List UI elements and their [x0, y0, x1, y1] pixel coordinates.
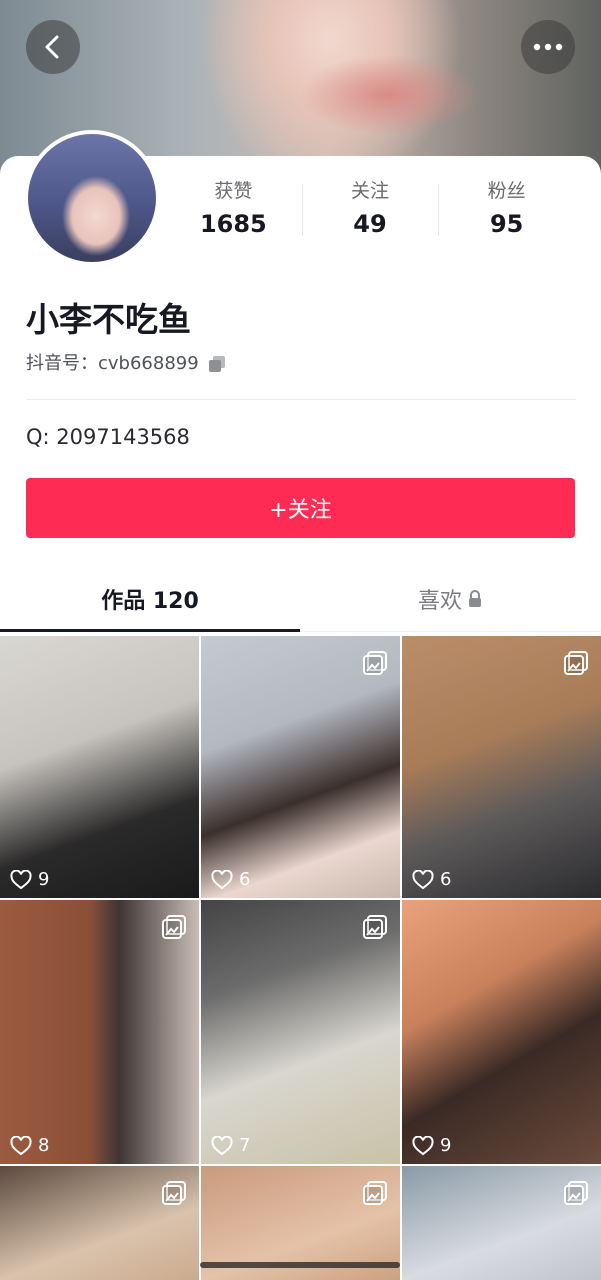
gallery-icon: [564, 651, 588, 675]
gallery-icon: [162, 915, 186, 939]
tab-likes[interactable]: 喜欢: [300, 566, 600, 631]
post-likes: 6: [412, 869, 451, 890]
divider: [26, 399, 576, 400]
posts-grid: 9 6 6 8 7 9: [0, 636, 601, 1280]
douyin-id: 抖音号：cvb668899: [26, 351, 227, 377]
post-thumbnail[interactable]: 7: [201, 900, 400, 1164]
post-likes-count: 9: [440, 1135, 452, 1156]
post-thumbnail[interactable]: [402, 1166, 601, 1280]
post-thumbnail[interactable]: 9: [402, 900, 601, 1164]
post-thumbnail[interactable]: 6: [402, 636, 601, 898]
tab-works[interactable]: 作品 120: [0, 566, 300, 632]
stat-label: 获赞: [214, 180, 253, 202]
back-button[interactable]: [26, 20, 80, 74]
follow-button[interactable]: +关注: [26, 478, 575, 538]
post-thumbnail[interactable]: 6: [201, 636, 400, 898]
gallery-icon: [564, 1181, 588, 1205]
stat-following[interactable]: 关注 49: [301, 178, 439, 240]
post-thumbnail[interactable]: [0, 1166, 199, 1280]
post-thumbnail[interactable]: 9: [0, 636, 199, 898]
stat-label: 关注: [351, 180, 390, 202]
home-indicator: [200, 1262, 400, 1268]
gallery-icon: [162, 1181, 186, 1205]
content-tabs: 作品 120 喜欢: [0, 566, 601, 632]
post-likes-count: 7: [239, 1135, 251, 1156]
heart-icon: [211, 869, 233, 889]
stat-followers[interactable]: 粉丝 95: [438, 178, 575, 240]
copy-icon[interactable]: [207, 354, 227, 374]
tab-likes-label: 喜欢: [417, 588, 462, 614]
more-horizontal-icon: [533, 43, 563, 51]
post-likes-count: 9: [38, 869, 50, 890]
post-likes: 6: [211, 869, 250, 890]
heart-icon: [10, 1135, 32, 1155]
stat-value: 49: [353, 210, 387, 238]
nickname: 小李不吃鱼: [26, 300, 191, 339]
heart-icon: [10, 869, 32, 889]
stat-likes[interactable]: 获赞 1685: [165, 178, 302, 240]
heart-icon: [211, 1135, 233, 1155]
post-likes: 9: [412, 1135, 451, 1156]
lock-icon: [469, 589, 481, 607]
avatar[interactable]: [24, 130, 160, 266]
post-thumbnail[interactable]: 8: [0, 900, 199, 1164]
post-likes-count: 8: [38, 1135, 50, 1156]
stat-value: 1685: [199, 210, 267, 238]
post-likes-count: 6: [440, 869, 452, 890]
post-likes: 9: [10, 869, 49, 890]
more-button[interactable]: [521, 20, 575, 74]
tab-works-label: 作品 120: [101, 588, 199, 614]
bio-text: Q: 2097143568: [26, 425, 190, 449]
stat-value: 95: [489, 210, 524, 238]
post-likes: 8: [10, 1135, 49, 1156]
profile-stats: 获赞 1685 关注 49 粉丝 95: [165, 178, 575, 240]
post-likes-count: 6: [239, 869, 251, 890]
gallery-icon: [363, 1181, 387, 1205]
chevron-left-icon: [45, 35, 59, 59]
douyin-id-text: 抖音号：cvb668899: [26, 353, 199, 374]
stat-label: 粉丝: [487, 180, 526, 202]
gallery-icon: [363, 651, 387, 675]
post-likes: 7: [211, 1135, 250, 1156]
gallery-icon: [363, 915, 387, 939]
heart-icon: [412, 1135, 434, 1155]
heart-icon: [412, 869, 434, 889]
